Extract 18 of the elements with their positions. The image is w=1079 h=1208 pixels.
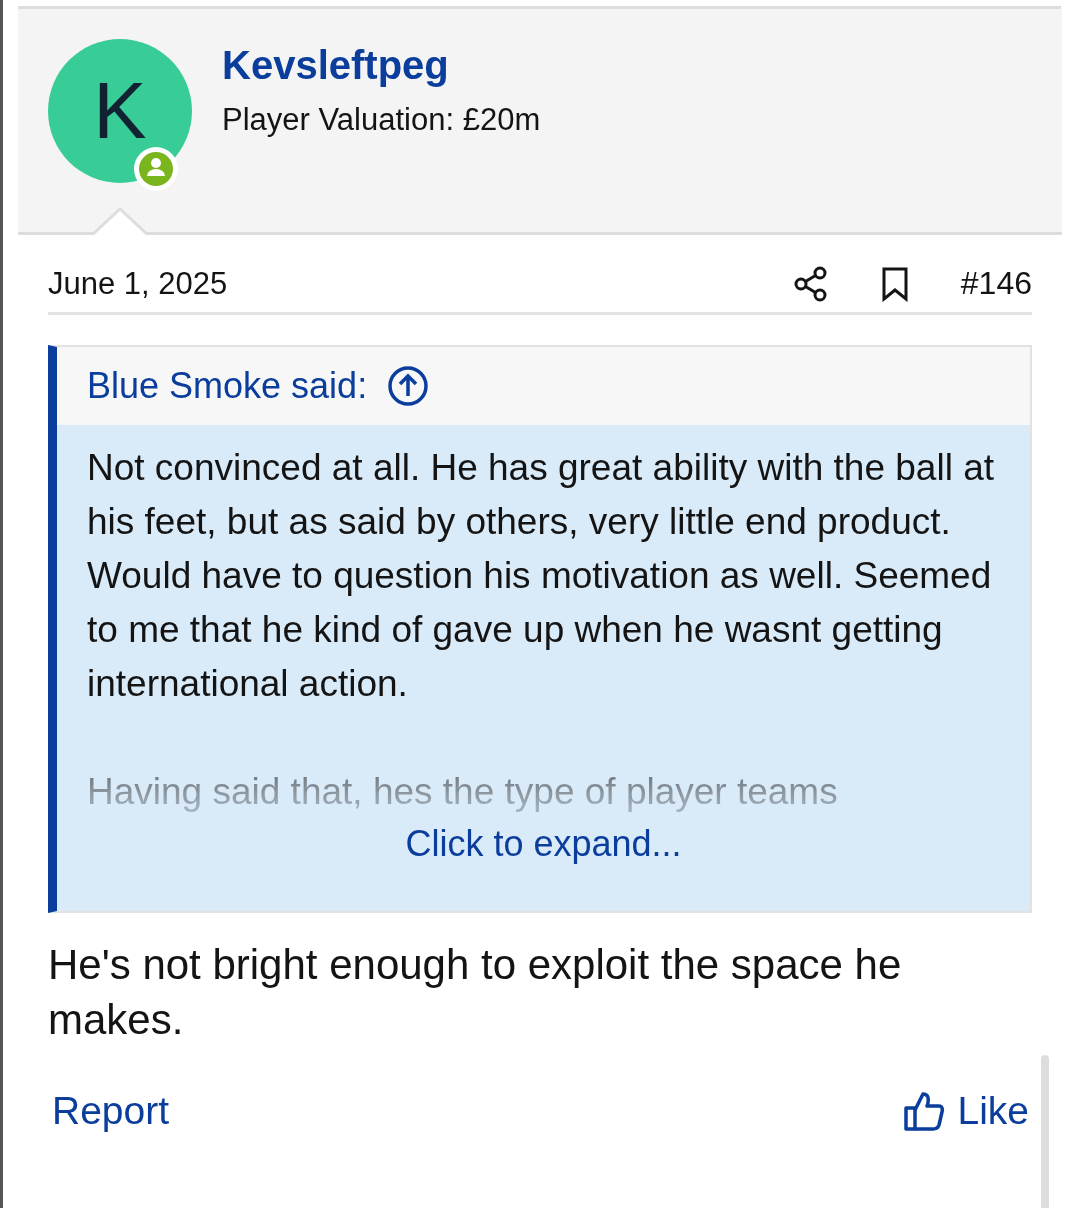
post-number[interactable]: #146 — [960, 265, 1032, 302]
thumbs-up-icon — [903, 1090, 946, 1132]
quote-text: Having said that, hes the type of player teams — [87, 770, 839, 814]
avatar[interactable]: K — [48, 39, 192, 183]
arrow-up-circle-icon[interactable] — [387, 365, 430, 407]
report-link[interactable]: Report — [52, 1089, 170, 1133]
quote-text: Not convinced at all. He has great ability with the ball at his feet, but as said by others, very little end product. — [87, 446, 995, 544]
quote-text: Would have to question his motivation as well. Seemed to me that he kind of gave up when he wasnt getting international action. — [87, 554, 993, 706]
post-date[interactable]: June 1, 2025 — [48, 265, 793, 302]
expand-link[interactable]: Click to expand... — [405, 823, 682, 864]
username-link[interactable]: Kevsleftpeg — [222, 43, 541, 88]
scrollbar[interactable] — [1041, 1055, 1049, 1208]
post-message: He's not bright enough to exploit the space he makes. — [48, 940, 903, 1045]
like-button[interactable]: Like — [903, 1089, 1029, 1133]
user-title: Player Valuation: £20m — [222, 102, 541, 138]
user-badge-icon — [134, 147, 178, 191]
share-icon[interactable] — [792, 265, 829, 302]
quote-attribution[interactable]: Blue Smoke said: — [87, 365, 368, 407]
